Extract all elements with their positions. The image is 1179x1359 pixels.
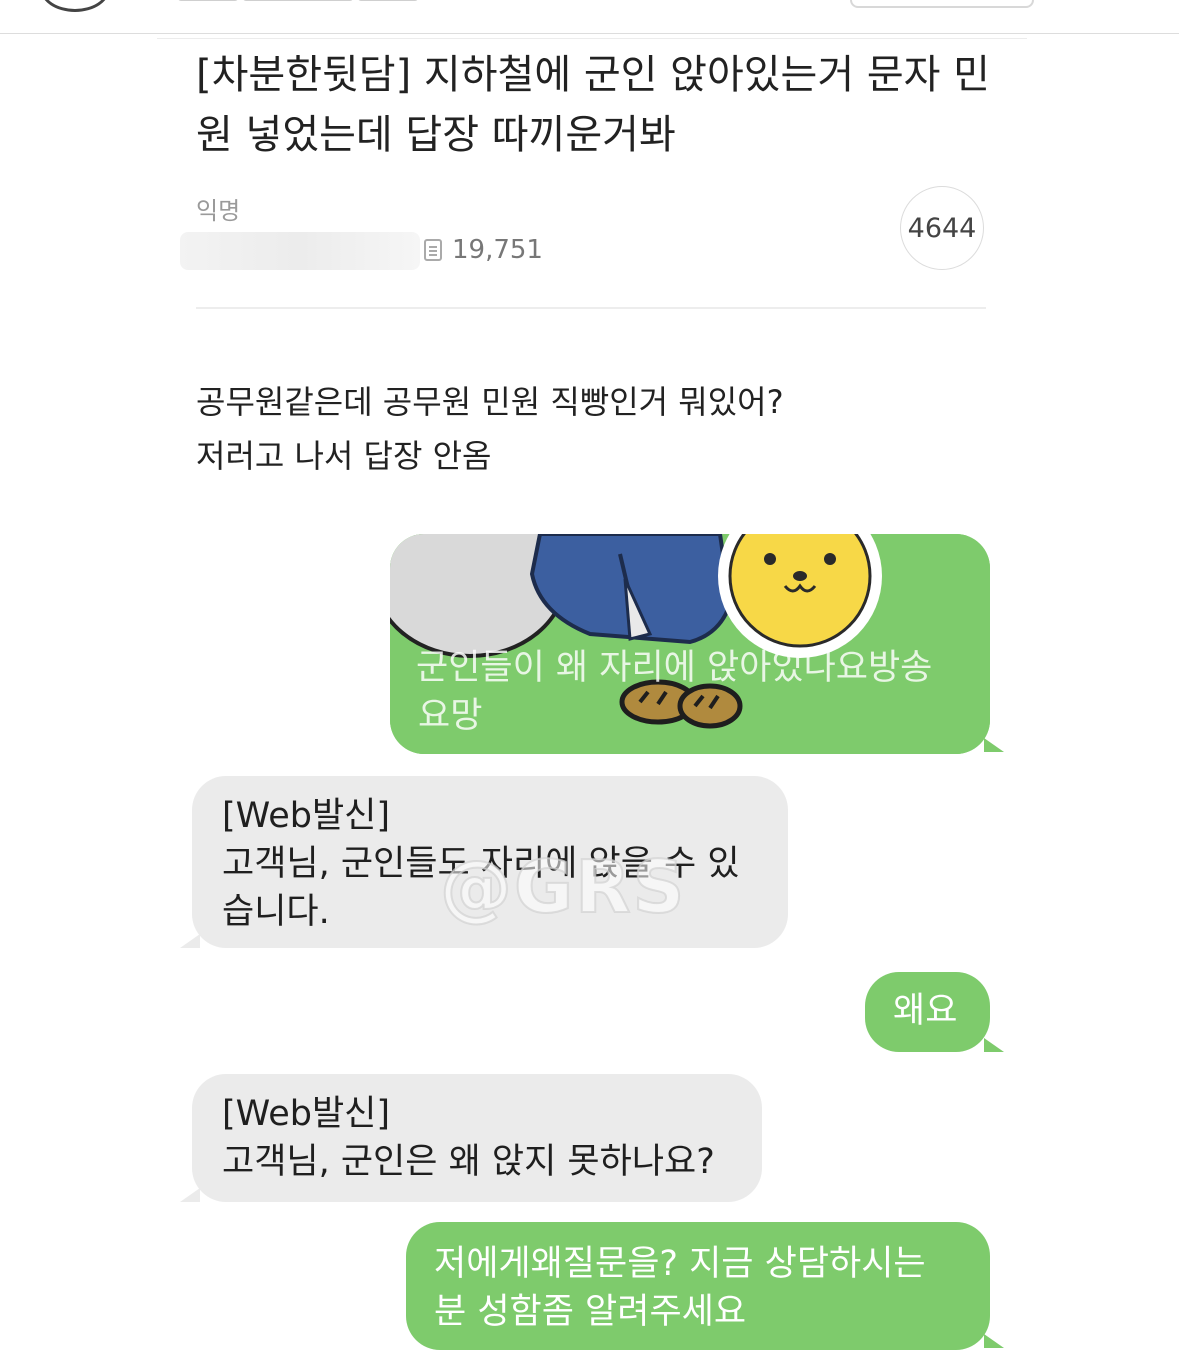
search-input[interactable] [850,0,1034,8]
sent-message-bubble: 왜요 [865,972,990,1052]
top-bar-title-fragment [178,0,468,4]
bubble-tail [180,1188,200,1202]
message-line: 분 성함좀 알려주세요 [434,1292,747,1332]
document-icon [424,239,442,261]
message-line: 왜요 [893,991,958,1031]
body-line: 저러고 나서 답장 안옴 [196,437,492,475]
divider [0,33,1179,34]
received-message-bubble: [Web발신] 고객님, 군인은 왜 앉지 못하나요? [192,1074,762,1202]
message-line: 고객님, 군인은 왜 앉지 못하나요? [222,1142,715,1182]
divider [157,38,1027,39]
bubble-tail [180,934,200,948]
comment-count: 4644 [907,212,977,244]
message-text: 군인들이 왜 자리에 앉아있나요방송 요망 [416,644,978,740]
blurred-meta [180,232,420,270]
message-line: 군인들이 왜 자리에 앉아있나요방송 [416,648,933,688]
message-line: 요망 [418,696,483,736]
bubble-tail [984,1038,1004,1052]
watermark: @GRS [439,844,687,930]
body-line: 공무원같은데 공무원 민원 직빵인거 뭐있어? [196,383,784,421]
avatar[interactable] [40,0,110,12]
divider [196,307,986,309]
bubble-tail [984,1334,1004,1348]
bubble-tail [984,738,1004,752]
author-name: 익명 [196,197,241,225]
post-body: 공무원같은데 공무원 민원 직빵인거 뭐있어? 저러고 나서 답장 안옴 [196,375,784,483]
comment-count-button[interactable]: 4644 [900,186,984,270]
view-count: 19,751 [424,235,543,265]
top-bar [0,0,1179,34]
message-line: [Web발신] [222,1094,391,1134]
view-count-value: 19,751 [452,235,543,265]
sent-message-bubble: 저에게왜질문을? 지금 상담하시는 분 성함좀 알려주세요 [406,1222,990,1350]
message-line: [Web발신] [222,796,391,836]
page-title: [차분한뒷담] 지하철에 군인 앉아있는거 문자 민원 넣었는데 답장 따끼운거… [196,52,990,158]
message-line: 저에게왜질문을? 지금 상담하시는 [434,1244,926,1284]
